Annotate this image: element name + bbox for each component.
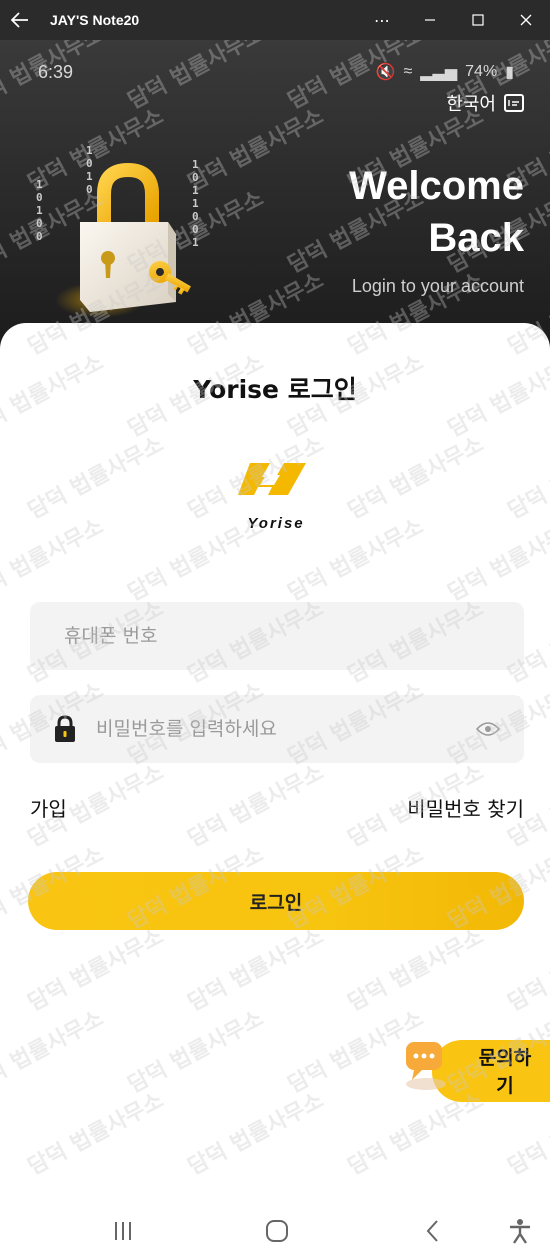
phone-status-bar: 6:39 🔇 ≈ ▂▃▅ 74% ▮ xyxy=(0,40,550,92)
inquiry-label-line-1: 문의하 xyxy=(478,1047,532,1069)
window-titlebar: JAY'S Note20 ⋯ xyxy=(0,0,550,40)
login-card: Yorise 로그인 Yorise 가입 비밀번호 찾기 로그인 xyxy=(0,323,550,1183)
hero-header: 6:39 🔇 ≈ ▂▃▅ 74% ▮ 한국어 1 0 1 0 0 1 0 1 0… xyxy=(0,40,550,360)
minimize-icon[interactable] xyxy=(406,0,454,40)
welcome-line-2: Back xyxy=(428,216,524,260)
status-icons: 🔇 ≈ ▂▃▅ 74% ▮ xyxy=(376,62,514,82)
close-icon[interactable] xyxy=(502,0,550,40)
window-title: JAY'S Note20 xyxy=(50,12,140,28)
back-nav-icon[interactable] xyxy=(418,1216,448,1246)
signal-icon: ▂▃▅ xyxy=(420,64,458,81)
logo-text: Yorise xyxy=(247,515,305,532)
status-time: 6:39 xyxy=(38,62,74,82)
welcome-heading: Welcome Back xyxy=(349,160,524,264)
inquiry-button[interactable]: 문의하 기 xyxy=(400,1038,550,1102)
password-field[interactable] xyxy=(30,695,524,763)
inquiry-label: 문의하 기 xyxy=(460,1044,550,1100)
inquiry-label-line-2: 기 xyxy=(496,1075,514,1097)
chat-bubble-icon xyxy=(400,1034,452,1094)
lock-icon xyxy=(52,714,78,744)
page-title: Yorise 로그인 xyxy=(193,375,357,404)
login-subtitle: Login to your account xyxy=(351,276,524,296)
language-label: 한국어 xyxy=(446,94,496,115)
eye-icon[interactable] xyxy=(475,721,501,737)
mute-icon: 🔇 xyxy=(375,64,396,81)
language-icon xyxy=(504,94,524,112)
more-icon[interactable]: ⋯ xyxy=(358,0,406,40)
password-input[interactable] xyxy=(96,695,476,763)
battery-level: 74% xyxy=(465,63,498,80)
language-selector[interactable]: 한국어 xyxy=(446,90,524,116)
arrow-left-icon[interactable] xyxy=(0,0,40,40)
phone-field[interactable] xyxy=(30,602,524,670)
accessibility-icon[interactable] xyxy=(505,1216,535,1246)
home-icon[interactable] xyxy=(262,1216,292,1246)
forgot-password-link[interactable]: 비밀번호 찾기 xyxy=(407,793,524,822)
recent-apps-icon[interactable] xyxy=(108,1216,138,1246)
maximize-icon[interactable] xyxy=(454,0,502,40)
login-button[interactable]: 로그인 xyxy=(28,872,524,930)
signup-link[interactable]: 가입 xyxy=(30,793,67,822)
android-nav-bar xyxy=(0,1200,550,1260)
battery-icon: ▮ xyxy=(505,64,514,81)
wifi-icon: ≈ xyxy=(403,63,413,80)
yorise-logo: Yorise xyxy=(236,453,316,543)
padlock-illustration xyxy=(50,160,200,320)
binary-decoration: 1 0 1 0 0 xyxy=(36,178,43,243)
welcome-line-1: Welcome xyxy=(349,164,524,208)
phone-input[interactable] xyxy=(64,602,524,670)
